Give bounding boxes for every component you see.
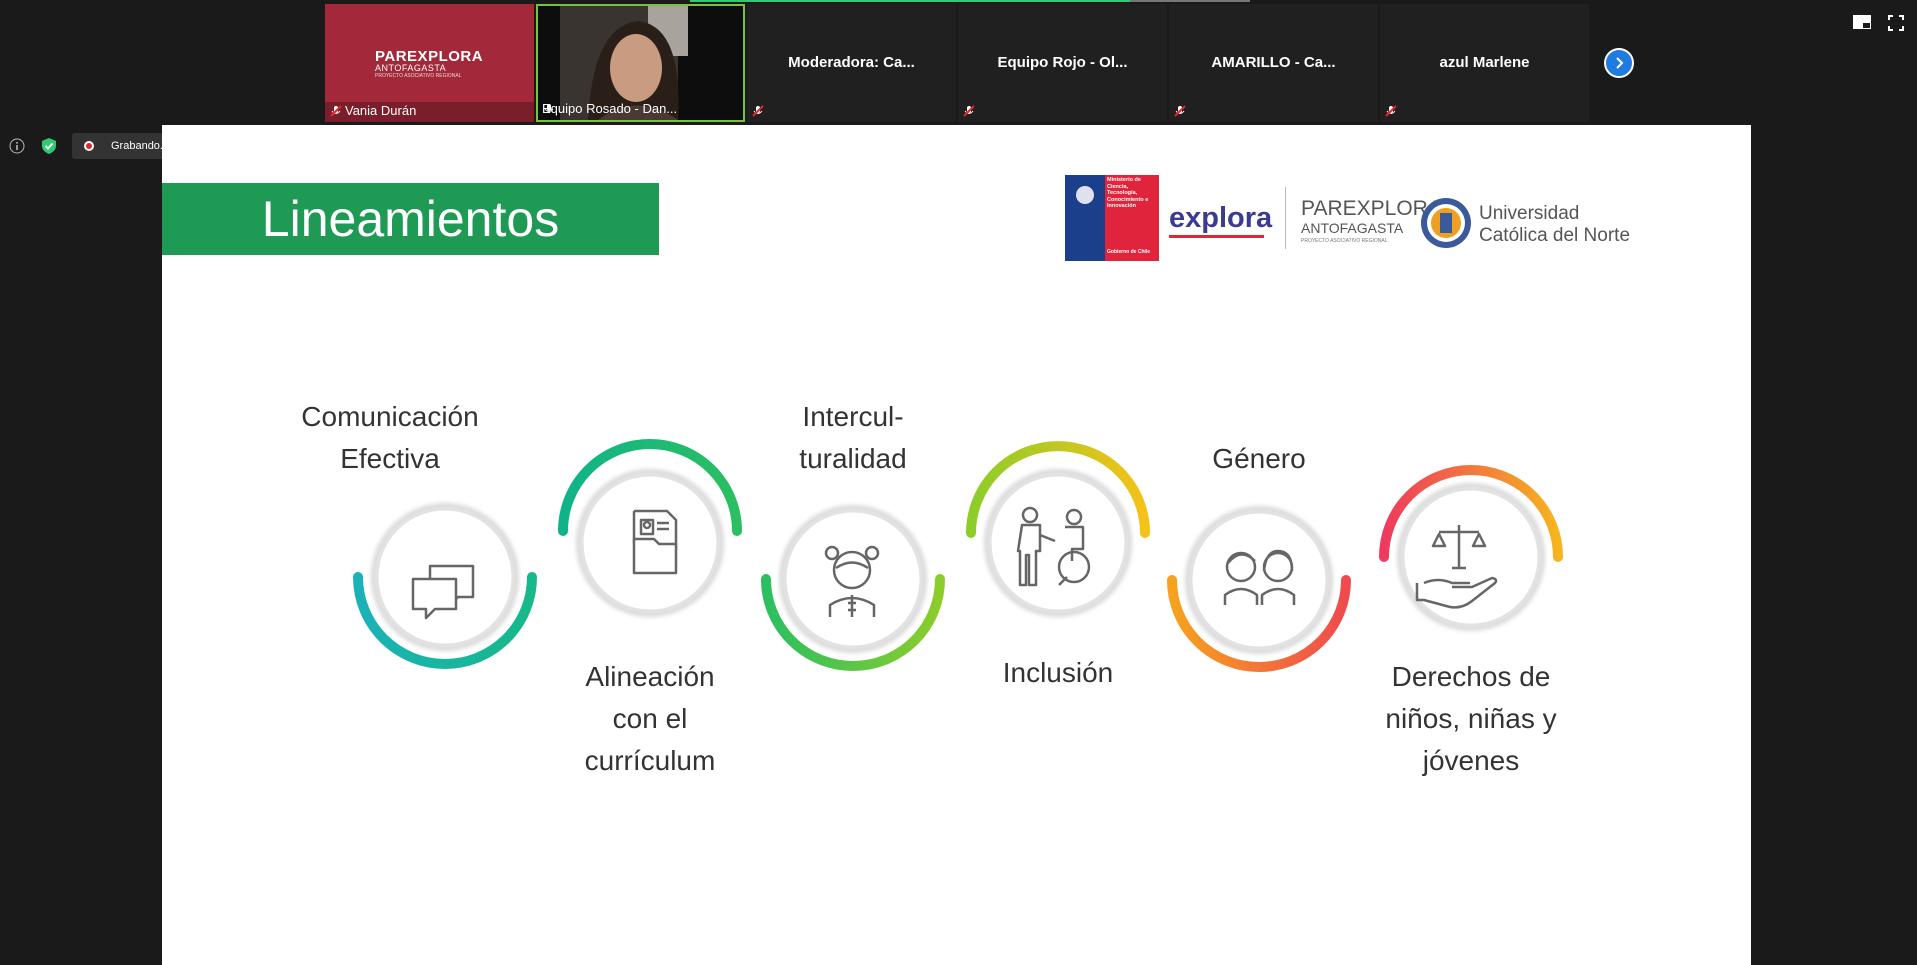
meeting-top-bar: PAREXPLORA ANTOFAGASTA PROYECTO ASOCIATI… <box>0 0 1917 124</box>
mic-muted-icon <box>752 105 764 117</box>
fullscreen-icon[interactable] <box>1888 15 1904 31</box>
participant-tile-amarillo[interactable]: AMARILLO - Ca... <box>1169 4 1378 122</box>
participant-tile-vania[interactable]: PAREXPLORA ANTOFAGASTA PROYECTO ASOCIATI… <box>325 4 534 122</box>
speaker-view-icon[interactable] <box>1853 15 1871 29</box>
circle-genero <box>1185 506 1333 654</box>
circle-comunicacion <box>371 503 519 651</box>
label-alineacion: Alineación con el currículum <box>584 661 716 776</box>
participant-name: Vania Durán <box>345 103 417 118</box>
record-dot-icon <box>84 141 94 151</box>
chevron-right-icon <box>1616 57 1624 69</box>
mic-muted-icon <box>330 105 342 117</box>
info-button[interactable] <box>6 135 28 157</box>
label-inclusion: Inclusión <box>1002 657 1114 688</box>
mic-muted-icon <box>1174 105 1186 117</box>
mic-muted-icon <box>1385 105 1397 117</box>
participant-tile-equipo-rojo[interactable]: Equipo Rojo - Ol... <box>958 4 1167 122</box>
participant-name: Equipo Rosado - Dan... <box>542 101 678 116</box>
participant-tile-equipo-rosado[interactable]: Equipo Rosado - Dan... <box>536 4 745 122</box>
lineamientos-diagram <box>353 439 1563 672</box>
parexplora-tile-logo: PAREXPLORA ANTOFAGASTA PROYECTO ASOCIATI… <box>375 48 485 79</box>
shield-check-icon <box>42 138 56 154</box>
label-comunicacion: Comunicación Efectiva <box>301 401 479 474</box>
participant-name: Equipo Rojo - Ol... <box>997 54 1128 71</box>
next-page-button[interactable] <box>1604 48 1634 78</box>
security-button[interactable] <box>38 135 60 157</box>
shared-slide: Lineamientos Ministerio de Ciencia, Tecn… <box>162 125 1751 965</box>
participant-tile-moderadora[interactable]: Moderadora: Ca... <box>747 4 956 122</box>
label-derechos: Derechos de niños, niñas y jóvenes <box>1385 661 1557 776</box>
participant-strip: PAREXPLORA ANTOFAGASTA PROYECTO ASOCIATI… <box>325 4 1591 122</box>
participant-name: AMARILLO - Ca... <box>1211 54 1336 71</box>
circle-inclusion <box>984 469 1132 617</box>
mic-muted-icon <box>963 105 975 117</box>
circle-interculturalidad <box>779 505 927 653</box>
label-genero: Género <box>1212 443 1306 474</box>
brand-line-3: PROYECTO ASOCIATIVO REGIONAL <box>375 73 462 79</box>
participant-name: azul Marlene <box>1439 54 1530 71</box>
label-interculturalidad: Intercul-turalidad <box>799 401 907 474</box>
inactive-indicator-line <box>1130 0 1250 2</box>
participant-tile-azul[interactable]: azul Marlene <box>1380 4 1589 122</box>
circle-derechos <box>1397 483 1545 631</box>
participant-name: Moderadora: Ca... <box>788 54 915 71</box>
info-icon <box>9 138 25 154</box>
